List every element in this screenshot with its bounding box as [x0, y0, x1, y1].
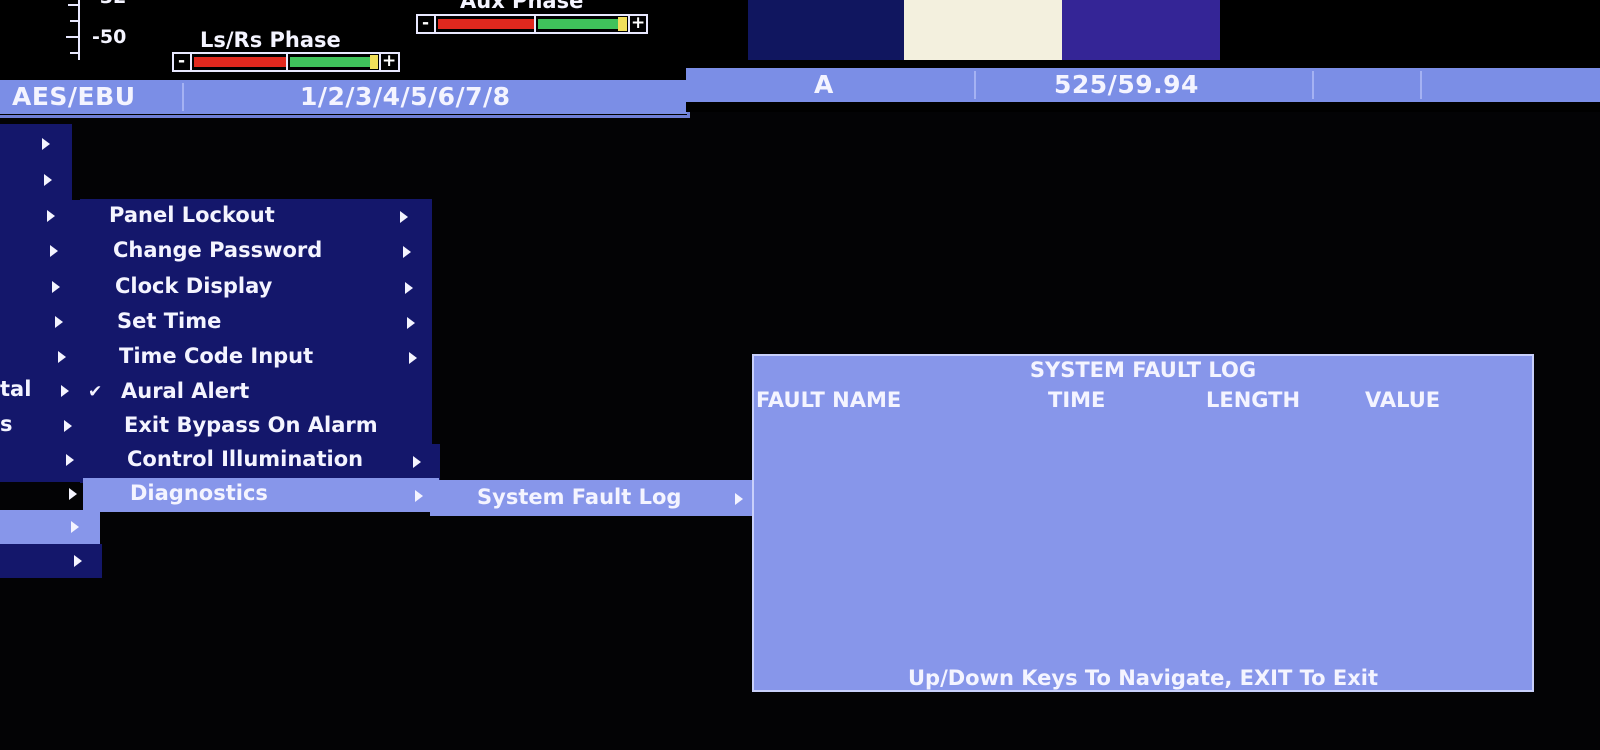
phase-green-segment [538, 19, 618, 29]
checkmark-icon: ✔ [88, 382, 103, 402]
db-scale-tick [70, 20, 78, 22]
menu-item-panel-lockout[interactable]: Panel Lockout [109, 203, 275, 227]
db-scale-tick [68, 4, 78, 6]
parent-menu-bottom [0, 544, 102, 578]
aux-phase-label: Aux Phase [460, 0, 584, 13]
video-input: A [814, 70, 834, 99]
system-fault-log-window: SYSTEM FAULT LOG FAULT NAME TIME LENGTH … [752, 354, 1534, 692]
phase-red-segment [438, 19, 534, 29]
aux-phase-meter: - + [416, 13, 648, 34]
db-tick-label: -50 [92, 26, 127, 48]
submenu-arrow-icon [405, 282, 413, 294]
db-scale-line [78, 0, 80, 60]
meter-plus-icon: + [382, 51, 397, 71]
menu-item-control-illumination[interactable]: Control Illumination [127, 447, 363, 471]
submenu-arrow-icon [58, 351, 66, 363]
ls-rs-phase-label: Ls/Rs Phase [200, 28, 341, 52]
menu-item-change-password[interactable]: Change Password [113, 238, 322, 262]
submenu-arrow-icon [415, 490, 423, 502]
submenu-arrow-icon [61, 385, 69, 397]
submenu-arrow-icon [55, 316, 63, 328]
meter-plus-icon: + [631, 13, 646, 33]
menu-item-exit-bypass-on-alarm[interactable]: Exit Bypass On Alarm [124, 413, 378, 437]
submenu-arrow-icon [64, 420, 72, 432]
submenu-arrow-icon [66, 454, 74, 466]
menu-item-time-code-input[interactable]: Time Code Input [119, 344, 313, 368]
column-header-time: TIME [1048, 388, 1106, 412]
column-header-length: LENGTH [1206, 388, 1301, 412]
submenu-arrow-icon [44, 174, 52, 186]
submenu-arrow-icon [407, 317, 415, 329]
db-scale-tick [66, 36, 78, 38]
menu-item-system-fault-log[interactable]: System Fault Log [477, 485, 681, 509]
db-tick-label: -32 [92, 0, 126, 8]
menu-item-diagnostics[interactable]: Diagnostics [130, 481, 268, 505]
submenu-arrow-icon [413, 456, 421, 468]
audio-panel: -32 -50 Ls/Rs Phase - + Aux Phase - + AE… [0, 0, 690, 118]
submenu-arrow-icon [74, 555, 82, 567]
submenu-arrow-icon [69, 488, 77, 500]
fault-log-title: SYSTEM FAULT LOG [1029, 358, 1257, 382]
phase-green-segment [290, 57, 370, 67]
audio-status-bar: AES/EBU 1/2/3/4/5/6/7/8 [0, 80, 687, 114]
menu-item-clock-display[interactable]: Clock Display [115, 274, 272, 298]
phase-indicator [618, 17, 627, 31]
submenu-arrow-icon [52, 281, 60, 293]
color-bar-dark [748, 0, 904, 60]
submenu-arrow-icon [409, 352, 417, 364]
meter-minus-icon: - [178, 51, 186, 71]
ls-rs-phase-meter: - + [172, 51, 400, 72]
phase-indicator [370, 55, 378, 69]
audio-input-format: AES/EBU [12, 82, 136, 111]
submenu-arrow-icon [50, 245, 58, 257]
video-status-bar: A 525/59.94 [686, 68, 1600, 102]
audio-channels: 1/2/3/4/5/6/7/8 [300, 82, 511, 111]
submenu-arrow-icon [735, 493, 743, 505]
parent-menu-item-label[interactable]: tal [0, 377, 31, 401]
submenu-arrow-icon [42, 138, 50, 150]
fault-log-footer: Up/Down Keys To Navigate, EXIT To Exit [908, 666, 1378, 690]
color-bar-purple [1062, 0, 1220, 60]
submenu-arrow-icon [400, 211, 408, 223]
parent-menu [0, 200, 84, 482]
menu-item-set-time[interactable]: Set Time [117, 309, 221, 333]
submenu-arrow-icon [403, 246, 411, 258]
color-bar-white [904, 0, 1062, 60]
column-header-fault-name: FAULT NAME [756, 388, 902, 412]
parent-menu-selected-item[interactable] [0, 510, 100, 544]
parent-menu-item-label[interactable]: s [0, 412, 13, 436]
video-panel: A 525/59.94 [686, 0, 1600, 112]
submenu-arrow-icon [71, 521, 79, 533]
menu-item-aural-alert[interactable]: Aural Alert [121, 379, 249, 403]
submenu-arrow-icon [47, 210, 55, 222]
db-scale-tick [70, 52, 78, 54]
parent-menu-top [0, 124, 72, 202]
meter-minus-icon: - [422, 13, 430, 33]
video-standard: 525/59.94 [1054, 70, 1199, 99]
phase-red-segment [194, 57, 286, 67]
column-header-value: VALUE [1365, 388, 1441, 412]
fault-log-list[interactable] [754, 418, 1532, 658]
